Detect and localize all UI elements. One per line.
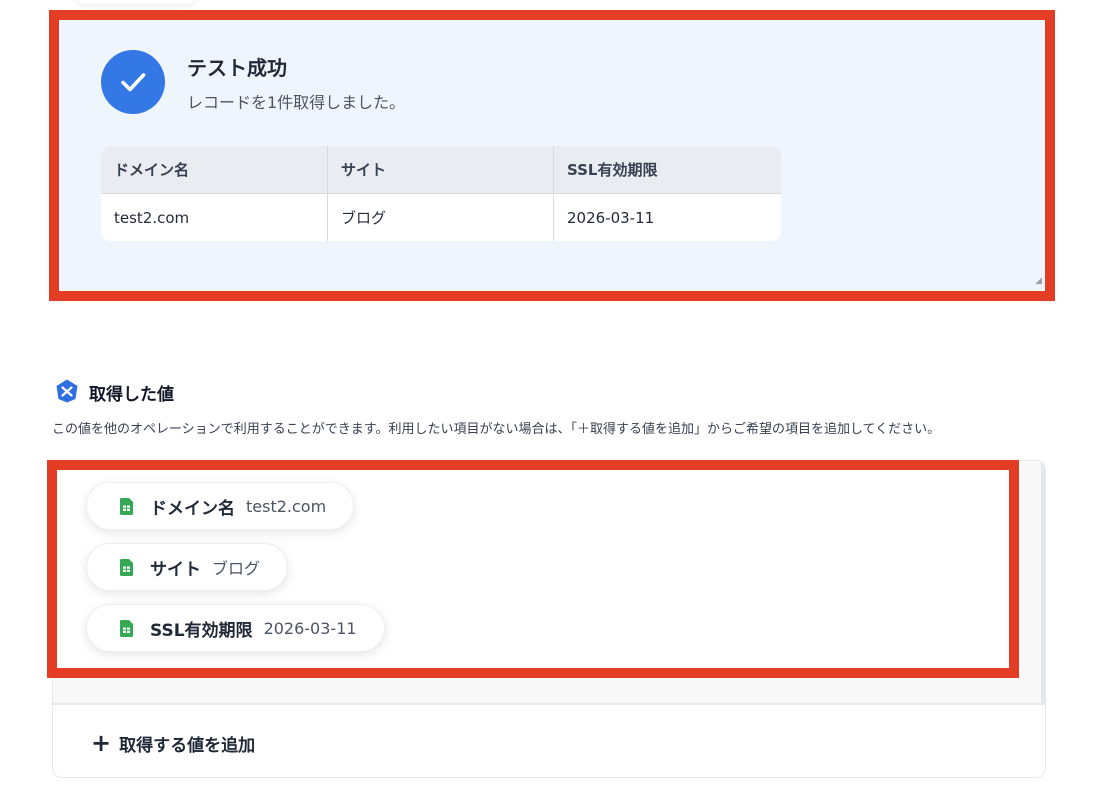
success-title: テスト成功: [187, 56, 287, 80]
google-sheets-icon: [120, 497, 133, 515]
value-chip-ssl-expiry[interactable]: SSL有効期限 2026-03-11: [86, 604, 385, 652]
value-chip-site[interactable]: サイト ブログ: [86, 543, 289, 591]
chip-value: 2026-03-11: [263, 618, 357, 638]
add-button-label: 取得する値を追加: [119, 735, 256, 756]
result-table: ドメイン名 サイト SSL有効期限 test2.com ブログ 2026-03-…: [101, 146, 781, 241]
table-cell-ssl-expiry: 2026-03-11: [553, 194, 781, 241]
table-cell-domain: test2.com: [114, 208, 190, 227]
google-sheets-icon: [120, 619, 133, 637]
table-row: test2.com ブログ 2026-03-11: [101, 194, 781, 241]
values-scrollbar[interactable]: [1041, 461, 1045, 705]
acquired-values-title: 取得した値: [89, 385, 174, 405]
table-cell-site: ブログ: [327, 194, 553, 241]
page: テスト成功 レコードを1件取得しました。 ドメイン名 サイト SSL有効期限 t…: [0, 0, 1120, 798]
plus-icon: +: [91, 729, 112, 757]
scrolled-chip-remnant: [76, 0, 196, 4]
success-message: レコードを1件取得しました。: [187, 93, 406, 112]
table-header-ssl-expiry: SSL有効期限: [553, 146, 781, 193]
chip-value: ブログ: [212, 559, 261, 578]
resize-grip-icon[interactable]: ◢: [1032, 276, 1042, 286]
acquired-values-description: この値を他のオペレーションで利用することができます。利用したい項目がない場合は、…: [52, 422, 941, 437]
check-circle-icon: [101, 50, 165, 114]
table-header-row: ドメイン名 サイト SSL有効期限: [101, 146, 781, 194]
chip-value: test2.com: [246, 496, 327, 516]
chip-label: サイト: [150, 559, 201, 580]
table-header-site: サイト: [327, 146, 553, 193]
yoom-logo-icon: [54, 378, 80, 404]
chip-label: ドメイン名: [150, 498, 235, 519]
value-chip-domain[interactable]: ドメイン名 test2.com: [86, 482, 355, 530]
google-sheets-icon: [120, 558, 133, 576]
chip-label: SSL有効期限: [150, 620, 253, 641]
table-header-domain: ドメイン名: [114, 161, 190, 179]
add-acquired-value-button[interactable]: + 取得する値を追加: [53, 707, 1045, 777]
